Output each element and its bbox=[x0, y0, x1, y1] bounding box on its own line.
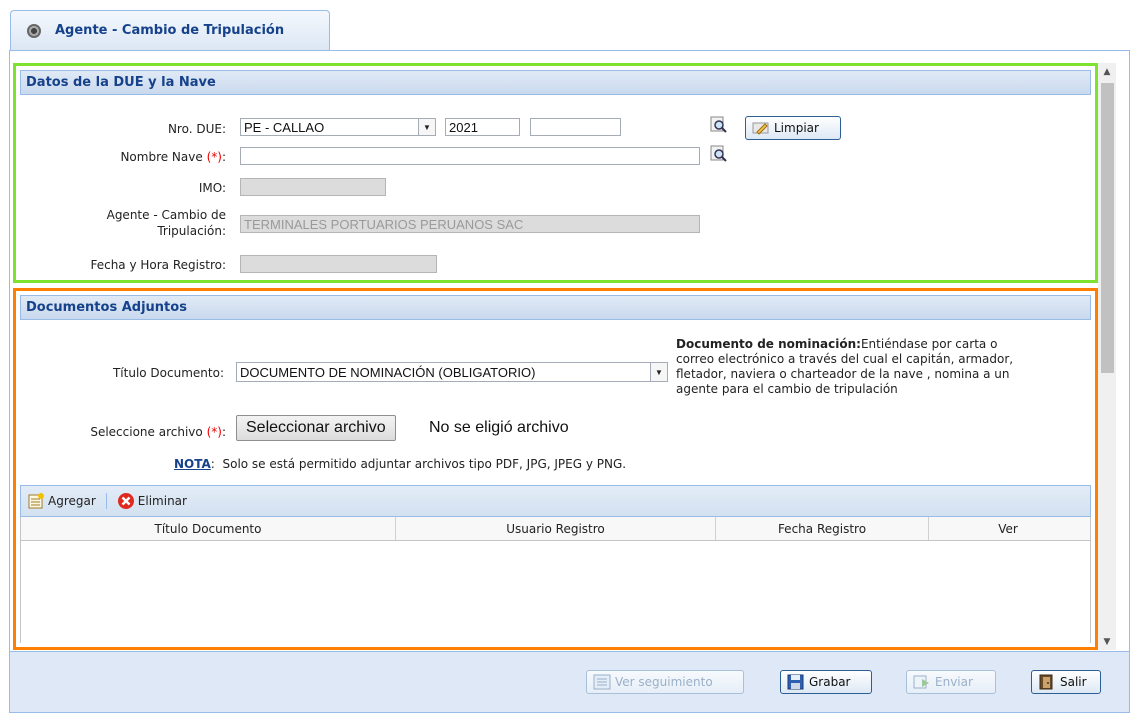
col-titulo-documento[interactable]: Título Documento bbox=[21, 517, 396, 540]
note-line1: Entiéndase por carta o bbox=[860, 337, 998, 351]
file-status: No se eligió archivo bbox=[429, 419, 569, 436]
salir-label: Salir bbox=[1060, 675, 1087, 689]
agregar-label: Agregar bbox=[48, 494, 96, 508]
limpiar-button[interactable]: Limpiar bbox=[745, 116, 841, 140]
enviar-button[interactable]: Enviar bbox=[906, 670, 996, 694]
panel-header-datos-due: Datos de la DUE y la Nave bbox=[20, 70, 1091, 95]
panel-datos-due-nave: Datos de la DUE y la Nave Nro. DUE: PE -… bbox=[13, 63, 1098, 283]
agente-label-line2: Tripulación: bbox=[157, 224, 226, 238]
grid-header: Título Documento Usuario Registro Fecha … bbox=[20, 517, 1091, 541]
salir-button[interactable]: Salir bbox=[1031, 670, 1101, 694]
note-line4: agente para el cambio de tripulación bbox=[676, 382, 898, 396]
nombre-nave-input[interactable] bbox=[240, 147, 700, 165]
due-year-input[interactable]: 2021 bbox=[445, 118, 520, 136]
col-fecha-registro[interactable]: Fecha Registro bbox=[716, 517, 929, 540]
required-marker: (*) bbox=[206, 425, 222, 439]
titulo-documento-value: DOCUMENTO DE NOMINACIÓN (OBLIGATORIO) bbox=[240, 364, 536, 380]
ver-seguimiento-label: Ver seguimiento bbox=[615, 675, 713, 689]
footer-toolbar: Ver seguimiento Grabar Enviar Salir bbox=[10, 651, 1129, 712]
panel-title: Datos de la DUE y la Nave bbox=[26, 75, 216, 90]
col-usuario-registro[interactable]: Usuario Registro bbox=[396, 517, 716, 540]
col-ver[interactable]: Ver bbox=[929, 517, 1087, 540]
colon: : bbox=[221, 150, 226, 164]
grid-toolbar: Agregar Eliminar bbox=[20, 485, 1091, 517]
grid-body bbox=[20, 541, 1091, 643]
form-scroll-area: Datos de la DUE y la Nave Nro. DUE: PE -… bbox=[13, 63, 1098, 650]
save-icon bbox=[787, 674, 804, 690]
imo-input bbox=[240, 178, 386, 196]
eliminar-label: Eliminar bbox=[137, 494, 187, 508]
colon: : bbox=[221, 425, 226, 439]
agregar-button[interactable]: Agregar bbox=[27, 492, 96, 510]
nombre-nave-text: Nombre Nave bbox=[120, 150, 203, 164]
grabar-button[interactable]: Grabar bbox=[780, 670, 872, 694]
grabar-label: Grabar bbox=[809, 675, 851, 689]
nota-text: Solo se está permitido adjuntar archivos… bbox=[222, 457, 627, 471]
note-title: Documento de nominación: bbox=[676, 337, 861, 351]
search-due-icon[interactable] bbox=[710, 116, 728, 134]
add-document-icon bbox=[28, 493, 44, 509]
tab-agente-cambio-tripulacion[interactable]: Agente - Cambio de Tripulación bbox=[10, 10, 330, 50]
tab-title: Agente - Cambio de Tripulación bbox=[55, 23, 285, 38]
send-icon bbox=[913, 675, 929, 689]
titulo-documento-label: Título Documento: bbox=[112, 366, 224, 380]
agente-label-line1: Agente - Cambio de bbox=[106, 208, 226, 222]
fecha-registro-label: Fecha y Hora Registro: bbox=[90, 258, 226, 272]
ver-seguimiento-button[interactable]: Ver seguimiento bbox=[586, 670, 744, 694]
exit-door-icon bbox=[1039, 674, 1053, 690]
eliminar-button[interactable]: Eliminar bbox=[117, 492, 187, 510]
nominacion-note: Documento de nominación:Entiéndase por c… bbox=[676, 337, 1076, 397]
tracking-icon bbox=[593, 674, 611, 690]
nro-due-label: Nro. DUE: bbox=[167, 122, 226, 136]
limpiar-label: Limpiar bbox=[774, 121, 819, 135]
vertical-scrollbar[interactable]: ▲ ▼ bbox=[1098, 63, 1116, 650]
delete-icon bbox=[117, 493, 134, 509]
seleccione-archivo-text: Seleccione archivo bbox=[90, 425, 203, 439]
required-marker: (*) bbox=[206, 150, 222, 164]
nombre-nave-label: Nombre Nave (*): bbox=[56, 150, 226, 164]
titulo-documento-select[interactable]: DOCUMENTO DE NOMINACIÓN (OBLIGATORIO) ▼ bbox=[236, 362, 668, 382]
panel-header-documentos: Documentos Adjuntos bbox=[20, 295, 1091, 320]
chevron-down-icon[interactable]: ▼ bbox=[418, 119, 435, 135]
due-number-input[interactable] bbox=[530, 118, 621, 136]
eraser-icon bbox=[752, 122, 769, 135]
chevron-down-icon[interactable]: ▼ bbox=[650, 363, 667, 381]
scroll-down-icon[interactable]: ▼ bbox=[1098, 633, 1116, 650]
search-nave-icon[interactable] bbox=[710, 145, 728, 163]
nota-colon: : bbox=[210, 457, 215, 471]
note-line3: fletador, naviera o charteador de la nav… bbox=[676, 367, 1010, 381]
panel-documentos-adjuntos: Documentos Adjuntos Título Documento: DO… bbox=[13, 288, 1098, 650]
toolbar-separator bbox=[105, 493, 107, 509]
enviar-label: Enviar bbox=[935, 675, 973, 689]
due-port-value: PE - CALLAO bbox=[244, 119, 325, 135]
nota-link[interactable]: NOTA bbox=[174, 457, 211, 471]
agente-label: Agente - Cambio de Tripulación: bbox=[56, 207, 226, 239]
panel-title: Documentos Adjuntos bbox=[26, 300, 187, 315]
seleccione-archivo-label: Seleccione archivo (*): bbox=[36, 425, 226, 439]
imo-label: IMO: bbox=[198, 181, 226, 195]
tab-circle-icon bbox=[27, 23, 41, 38]
fecha-registro-input bbox=[240, 255, 437, 273]
scroll-up-icon[interactable]: ▲ bbox=[1098, 63, 1116, 80]
nota-line: NOTA: Solo se está permitido adjuntar ar… bbox=[174, 457, 626, 471]
seleccionar-archivo-button[interactable]: Seleccionar archivo bbox=[236, 415, 396, 441]
scrollbar-thumb[interactable] bbox=[1101, 83, 1114, 373]
due-port-select[interactable]: PE - CALLAO ▼ bbox=[240, 118, 436, 136]
note-line2: correo electrónico a través del cual el … bbox=[676, 352, 1014, 366]
agente-input: TERMINALES PORTUARIOS PERUANOS SAC bbox=[240, 215, 700, 233]
